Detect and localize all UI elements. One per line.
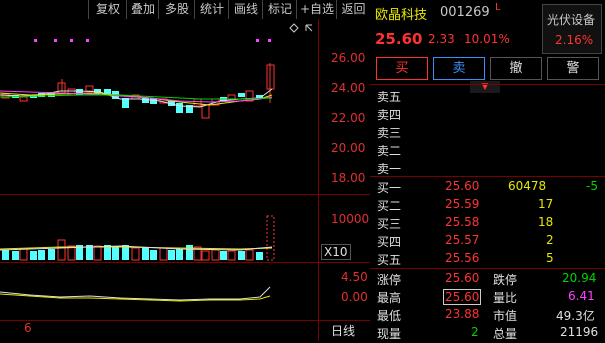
add-favorite-button[interactable]: +自选 [296,0,337,19]
ask-row: 卖五 [377,90,402,104]
axis-divider [318,19,319,341]
bid-label: 买四 [377,235,402,249]
market-cap-value: 49.3亿 [556,309,595,323]
back-button[interactable]: 返回 [336,0,370,19]
bid-label: 买三 [377,217,402,231]
signal-dots [34,39,271,42]
volume-tick: 10000 [331,212,370,226]
price-tick: 22.00 [331,111,366,125]
bid-volume: 5 [546,251,554,265]
bid-row: 买二 25.59 17 [370,197,605,215]
bid-row: 买五 25.56 5 [370,251,605,269]
high-value: 25.60 [443,289,482,305]
stats-row: 最高 25.60 量比 6.41 [377,289,595,305]
indicator-line-1 [0,286,271,301]
ask-row: 卖三 [377,126,402,140]
draw-line-button[interactable]: 画线 [228,0,263,19]
bid-row: 买三 25.58 18 [370,215,605,233]
price-tick: 24.00 [331,81,366,95]
stock-flag: L [495,2,501,13]
bid-price: 25.57 [445,233,480,247]
bid-price: 25.60 [445,179,480,193]
candles [1,63,275,119]
bid-volume: 2 [546,233,554,247]
price-tick: 26.00 [331,51,366,65]
bid-price: 25.58 [445,215,480,229]
buy-button[interactable]: 买 [376,57,428,80]
indicator-tick: 4.50 [341,270,368,284]
bid-volume: 60478 [508,179,547,193]
stats-row: 现量 2 总量 21196 [377,325,599,341]
bid-row: 买四 25.57 2 [370,233,605,251]
quote-panel: 欧晶科技 001269 L 25.60 2.33 10.01% 光伏设备 2.1… [370,0,605,341]
diamond-icon [289,23,299,33]
ask-row: 卖二 [377,144,402,158]
statistics-button[interactable]: 统计 [194,0,229,19]
stock-code: 001269 [440,5,490,20]
limit-up-value: 25.60 [445,271,480,285]
indicator-tick: 0.00 [341,290,368,304]
bid-volume: 18 [538,215,554,229]
ask-row: 卖四 [377,108,402,122]
overlay-button[interactable]: 叠加 [126,0,159,19]
current-volume-value: 2 [471,325,479,339]
limit-down-value: 20.94 [562,271,597,285]
price-tick: 20.00 [331,141,366,155]
period-label[interactable]: 日线 [331,322,355,339]
cancel-order-button[interactable]: 撤 [490,57,542,80]
price-change-pct: 10.01% [464,32,510,46]
fuquan-button[interactable]: 复权 [88,0,127,19]
bid-label: 买一 [377,181,402,195]
current-price: 25.60 [375,30,423,48]
mark-button[interactable]: 标记 [262,0,297,19]
indicator-line-2 [0,293,271,302]
sector-change: 2.16% [555,33,594,47]
bid-label: 买二 [377,199,402,213]
bid-price: 25.59 [445,197,480,211]
bid-label: 买五 [377,253,402,267]
sector-box[interactable]: 光伏设备 2.16% [542,4,602,54]
volume-ratio-value: 6.41 [568,289,595,303]
bid-change: -5 [586,179,598,193]
bid-volume: 17 [538,197,554,211]
total-volume-value: 21196 [560,325,599,339]
chart-canvas [0,23,313,302]
arrow-icon [305,24,313,32]
sell-button[interactable]: 卖 [433,57,485,80]
volume-bars [2,215,275,261]
price-change: 2.33 [428,32,455,46]
bid-price: 25.56 [445,251,480,265]
bid-row: 买一 25.60 60478 -5 [370,179,605,197]
alert-button[interactable]: 警 [547,57,599,80]
stats-row: 最低 23.88 市值 49.3亿 [377,307,595,323]
multi-stock-button[interactable]: 多股 [158,0,195,19]
stock-name: 欧晶科技 [375,8,428,23]
low-value: 23.88 [445,307,480,321]
stats-row: 涨停 25.60 跌停 20.94 [377,271,597,287]
sector-name: 光伏设备 [547,13,596,27]
price-tick: 18.00 [331,171,366,185]
ma5-line [0,88,273,108]
chart-toolbar: 复权 叠加 多股 统计 画线 标记 +自选 返回 [0,0,370,19]
volume-unit: X10 [321,244,351,260]
kline-chart[interactable]: 26.00 24.00 22.00 20.00 18.00 10000 X10 … [0,19,370,341]
